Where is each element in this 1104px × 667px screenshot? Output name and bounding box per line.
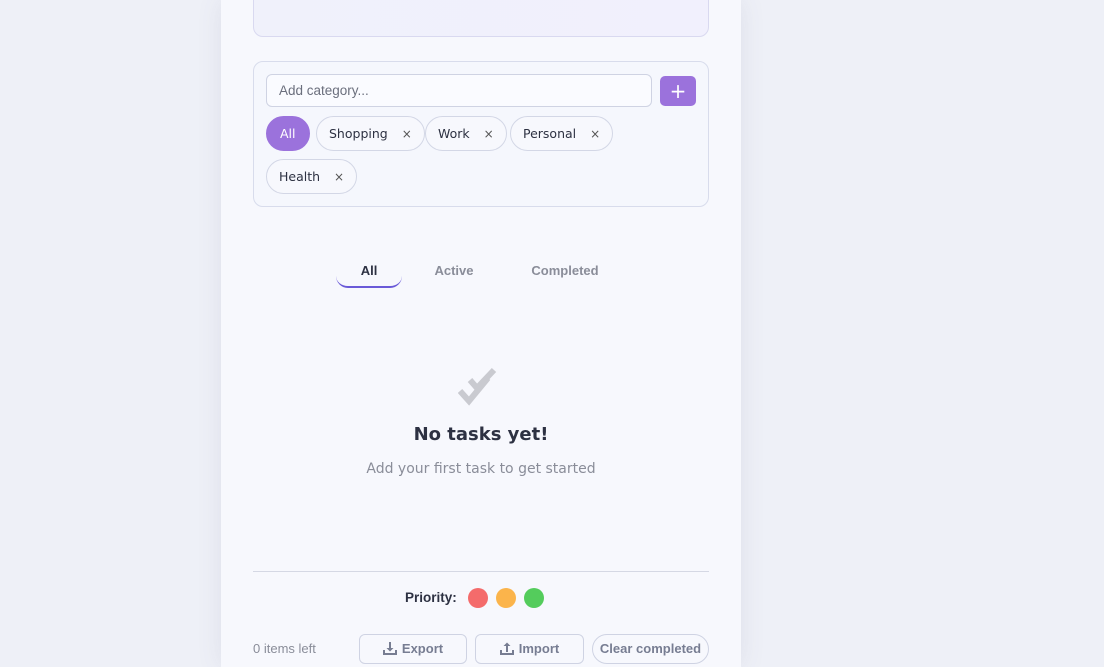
add-category-button[interactable]: + — [660, 76, 696, 106]
double-check-icon — [458, 367, 497, 406]
add-category-input[interactable] — [266, 74, 652, 107]
filter-tabs: All Active Completed — [221, 258, 741, 290]
priority-filter: Priority: — [221, 588, 741, 610]
category-chip-all[interactable]: All — [266, 116, 310, 151]
export-label: Export — [401, 641, 444, 656]
empty-state-title: No tasks yet! — [413, 424, 549, 445]
todo-card: + All Shopping× Work× Personal× Health× … — [221, 0, 741, 667]
tab-all[interactable]: All — [336, 258, 402, 288]
upload-icon — [499, 642, 514, 655]
empty-state-subtitle: Add your first task to get started — [366, 461, 596, 477]
chip-label: Personal — [523, 126, 577, 141]
chip-label: Shopping — [329, 126, 388, 141]
download-icon — [382, 642, 397, 655]
tab-completed[interactable]: Completed — [519, 258, 611, 288]
remove-chip-icon[interactable]: × — [484, 127, 494, 141]
remove-chip-icon[interactable]: × — [402, 127, 412, 141]
clear-completed-button[interactable]: Clear completed — [592, 634, 709, 664]
export-button[interactable]: Export — [359, 634, 467, 664]
items-left-count: 0 items left — [253, 641, 316, 656]
category-chip-shopping[interactable]: Shopping × — [316, 116, 425, 151]
task-input-panel — [253, 0, 709, 37]
divider — [253, 571, 709, 572]
import-label: Import — [518, 641, 560, 656]
empty-state: No tasks yet! Add your first task to get… — [221, 366, 741, 477]
chip-label: All — [280, 126, 296, 141]
priority-medium-dot[interactable] — [496, 588, 516, 608]
category-chip-work[interactable]: Work × — [425, 116, 507, 151]
chip-label: Health — [279, 169, 321, 184]
priority-low-dot[interactable] — [524, 588, 544, 608]
chip-label: Work — [438, 126, 470, 141]
remove-chip-icon[interactable]: × — [590, 127, 600, 141]
priority-high-dot[interactable] — [468, 588, 488, 608]
category-panel: + All Shopping × Work × Personal × Health × — [253, 61, 709, 207]
footer: 0 items left Export Import Clear complet… — [221, 634, 741, 664]
remove-chip-icon[interactable]: × — [334, 170, 344, 184]
import-button[interactable]: Import — [475, 634, 584, 664]
category-chip-health[interactable]: Health × — [266, 159, 358, 194]
category-chip-personal[interactable]: Personal × — [510, 116, 614, 151]
priority-label: Priority: — [405, 590, 457, 605]
tab-active[interactable]: Active — [421, 258, 487, 288]
